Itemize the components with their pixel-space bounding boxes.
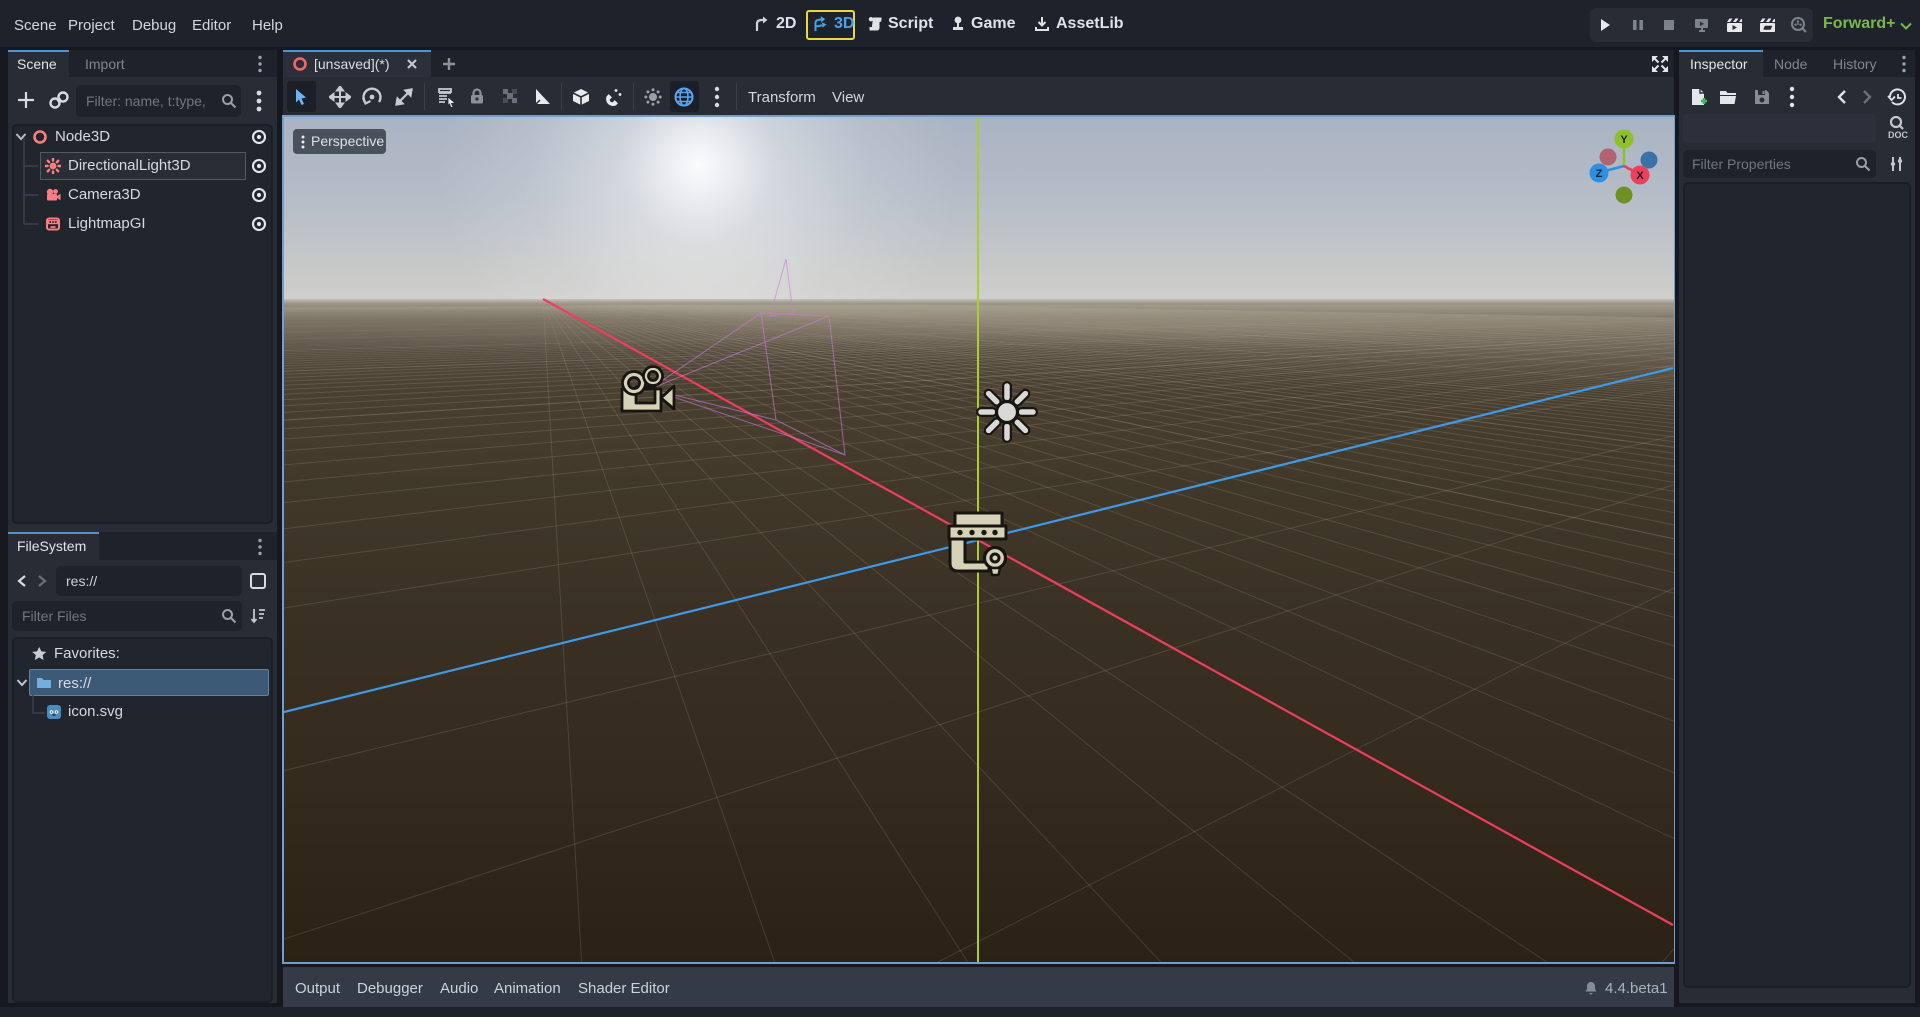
svg-text:X: X bbox=[1636, 170, 1644, 182]
svg-text:Z: Z bbox=[1596, 168, 1603, 180]
svg-text:DOC: DOC bbox=[1888, 130, 1908, 140]
svg-text:Y: Y bbox=[1620, 134, 1628, 146]
